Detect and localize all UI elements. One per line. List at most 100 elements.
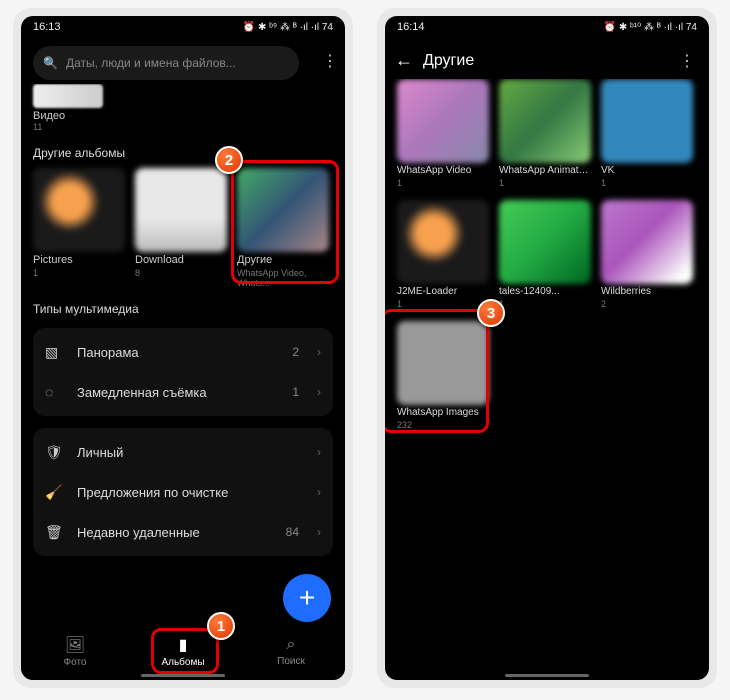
home-indicator [505, 674, 589, 677]
album-count: 1 [499, 299, 591, 309]
album-thumb [601, 79, 693, 163]
nav-albums[interactable]: ▮ Альбомы [148, 635, 218, 668]
content-left: Видео 11 Другие альбомы Pictures 1 Downl… [21, 84, 345, 626]
albums-icon: ▮ [179, 635, 188, 655]
search-icon: 🔍 [43, 56, 58, 70]
status-icons: ⏰ ✱ ᵇ⁹ ⁂ ᴮ ·ıl ·ıl 74 [243, 22, 333, 33]
chevron-right-icon: › [317, 445, 321, 459]
album-count: 1 [33, 268, 125, 278]
album-thumb [397, 321, 489, 405]
phone-left: 16:13 ⏰ ✱ ᵇ⁹ ⁂ ᴮ ·ıl ·ıl 74 🔍 Даты, люди… [13, 8, 353, 688]
trash-count: 84 [286, 525, 299, 539]
chevron-right-icon: › [317, 525, 321, 539]
album-label: VK [601, 165, 693, 176]
menu-icon[interactable]: ⋮ [315, 51, 345, 71]
back-button[interactable]: ← [395, 50, 423, 71]
statusbar: 16:13 ⏰ ✱ ᵇ⁹ ⁂ ᴮ ·ıl ·ıl 74 [21, 16, 345, 38]
album-whatsapp-video[interactable]: WhatsApp Video 1 [397, 79, 489, 188]
search-input[interactable]: 🔍 Даты, люди и имена файлов... [33, 46, 299, 80]
cleanup-item[interactable]: 🧹 Предложения по очистке › [33, 472, 333, 512]
nav-label: Альбомы [161, 657, 204, 668]
content-right: WhatsApp Video 1 WhatsApp Animate... 1 V… [385, 79, 709, 680]
nav-photos[interactable]: 🖼 Фото [40, 635, 110, 668]
trash-item[interactable]: 🗑 Недавно удаленные 84 › [33, 512, 333, 552]
topbar: 🔍 Даты, люди и имена файлов... ⋮ [21, 38, 345, 84]
bottom-nav: 🖼 Фото ▮ Альбомы ⌕ Поиск [21, 626, 345, 680]
status-icons: ⏰ ✱ ᵇ¹⁰ ⁂ ᴮ ·ıl ·ıl 74 [604, 22, 697, 33]
nav-label: Поиск [277, 656, 305, 667]
album-label: Download [135, 254, 227, 266]
panorama-label: Панорама [77, 345, 278, 360]
slomo-label: Замедленная съёмка [77, 385, 278, 400]
video-count: 11 [33, 122, 333, 132]
album-pictures[interactable]: Pictures 1 [33, 168, 125, 288]
other-albums-row: Pictures 1 Download 8 Другие WhatsApp Vi… [33, 168, 333, 288]
section-other-albums: Другие альбомы [33, 146, 333, 160]
album-wildberries[interactable]: Wildberries 2 [601, 200, 693, 309]
panorama-item[interactable]: ▧ Панорама 2 › [33, 332, 333, 372]
phone-right: 16:14 ⏰ ✱ ᵇ¹⁰ ⁂ ᴮ ·ıl ·ıl 74 ← Другие ⋮ … [377, 8, 717, 688]
chevron-right-icon: › [317, 485, 321, 499]
chevron-right-icon: › [317, 385, 321, 399]
utilities-block: 🛡 Личный › 🧹 Предложения по очистке › 🗑 … [33, 428, 333, 556]
media-types-block: ▧ Панорама 2 › ◌ Замедленная съёмка 1 › [33, 328, 333, 416]
panorama-icon: ▧ [45, 344, 63, 361]
album-label: Другие [237, 254, 329, 266]
photos-icon: 🖼 [65, 635, 85, 655]
album-thumb [601, 200, 693, 284]
private-item[interactable]: 🛡 Личный › [33, 432, 333, 472]
album-label: WhatsApp Images [397, 407, 489, 418]
broom-icon: 🧹 [45, 484, 63, 501]
album-count: 8 [135, 268, 227, 278]
album-whatsapp-animate[interactable]: WhatsApp Animate... 1 [499, 79, 591, 188]
album-others[interactable]: Другие WhatsApp Video, Whats... [237, 168, 329, 288]
album-tales[interactable]: tales-12409... 1 [499, 200, 591, 309]
page-title: Другие [423, 52, 675, 70]
search-placeholder: Даты, люди и имена файлов... [66, 56, 236, 70]
slomo-count: 1 [292, 385, 299, 399]
album-label: Wildberries [601, 286, 693, 297]
nav-label: Фото [64, 657, 87, 668]
album-label: J2ME-Loader [397, 286, 489, 297]
album-j2me[interactable]: J2ME-Loader 1 [397, 200, 489, 309]
chevron-right-icon: › [317, 345, 321, 359]
album-vk[interactable]: VK 1 [601, 79, 693, 188]
album-thumb [237, 168, 329, 252]
nav-search[interactable]: ⌕ Поиск [256, 636, 326, 667]
album-thumb [499, 79, 591, 163]
private-label: Личный [77, 445, 303, 460]
fab-add-button[interactable]: + [283, 574, 331, 622]
album-sub: WhatsApp Video, Whats... [237, 268, 329, 288]
header: ← Другие ⋮ [385, 38, 709, 79]
cleanup-label: Предложения по очистке [77, 485, 303, 500]
video-label: Видео [33, 110, 333, 122]
album-whatsapp-images[interactable]: WhatsApp Images 232 [397, 321, 489, 430]
shield-icon: 🛡 [45, 444, 63, 461]
album-label: WhatsApp Video [397, 165, 489, 176]
album-count: 1 [397, 299, 489, 309]
album-thumb [397, 200, 489, 284]
screen-left: 16:13 ⏰ ✱ ᵇ⁹ ⁂ ᴮ ·ıl ·ıl 74 🔍 Даты, люди… [21, 16, 345, 680]
status-time: 16:14 [397, 21, 425, 33]
album-count: 232 [397, 420, 489, 430]
album-count: 1 [499, 178, 591, 188]
album-download[interactable]: Download 8 [135, 168, 227, 288]
slomo-item[interactable]: ◌ Замедленная съёмка 1 › [33, 372, 333, 412]
compass-icon: ⌕ [287, 636, 296, 654]
section-media-types: Типы мультимедиа [33, 302, 333, 316]
album-thumb [33, 168, 125, 252]
menu-icon[interactable]: ⋮ [675, 51, 699, 71]
slomo-icon: ◌ [45, 384, 63, 400]
album-thumb [135, 168, 227, 252]
panorama-count: 2 [292, 345, 299, 359]
home-indicator [141, 674, 225, 677]
album-count: 2 [601, 299, 693, 309]
video-thumb[interactable] [33, 84, 103, 108]
album-count: 1 [397, 178, 489, 188]
trash-icon: 🗑 [45, 524, 63, 541]
album-thumb [397, 79, 489, 163]
album-thumb [499, 200, 591, 284]
albums-grid: WhatsApp Video 1 WhatsApp Animate... 1 V… [397, 79, 697, 430]
album-label: Pictures [33, 254, 125, 266]
album-label: tales-12409... [499, 286, 591, 297]
